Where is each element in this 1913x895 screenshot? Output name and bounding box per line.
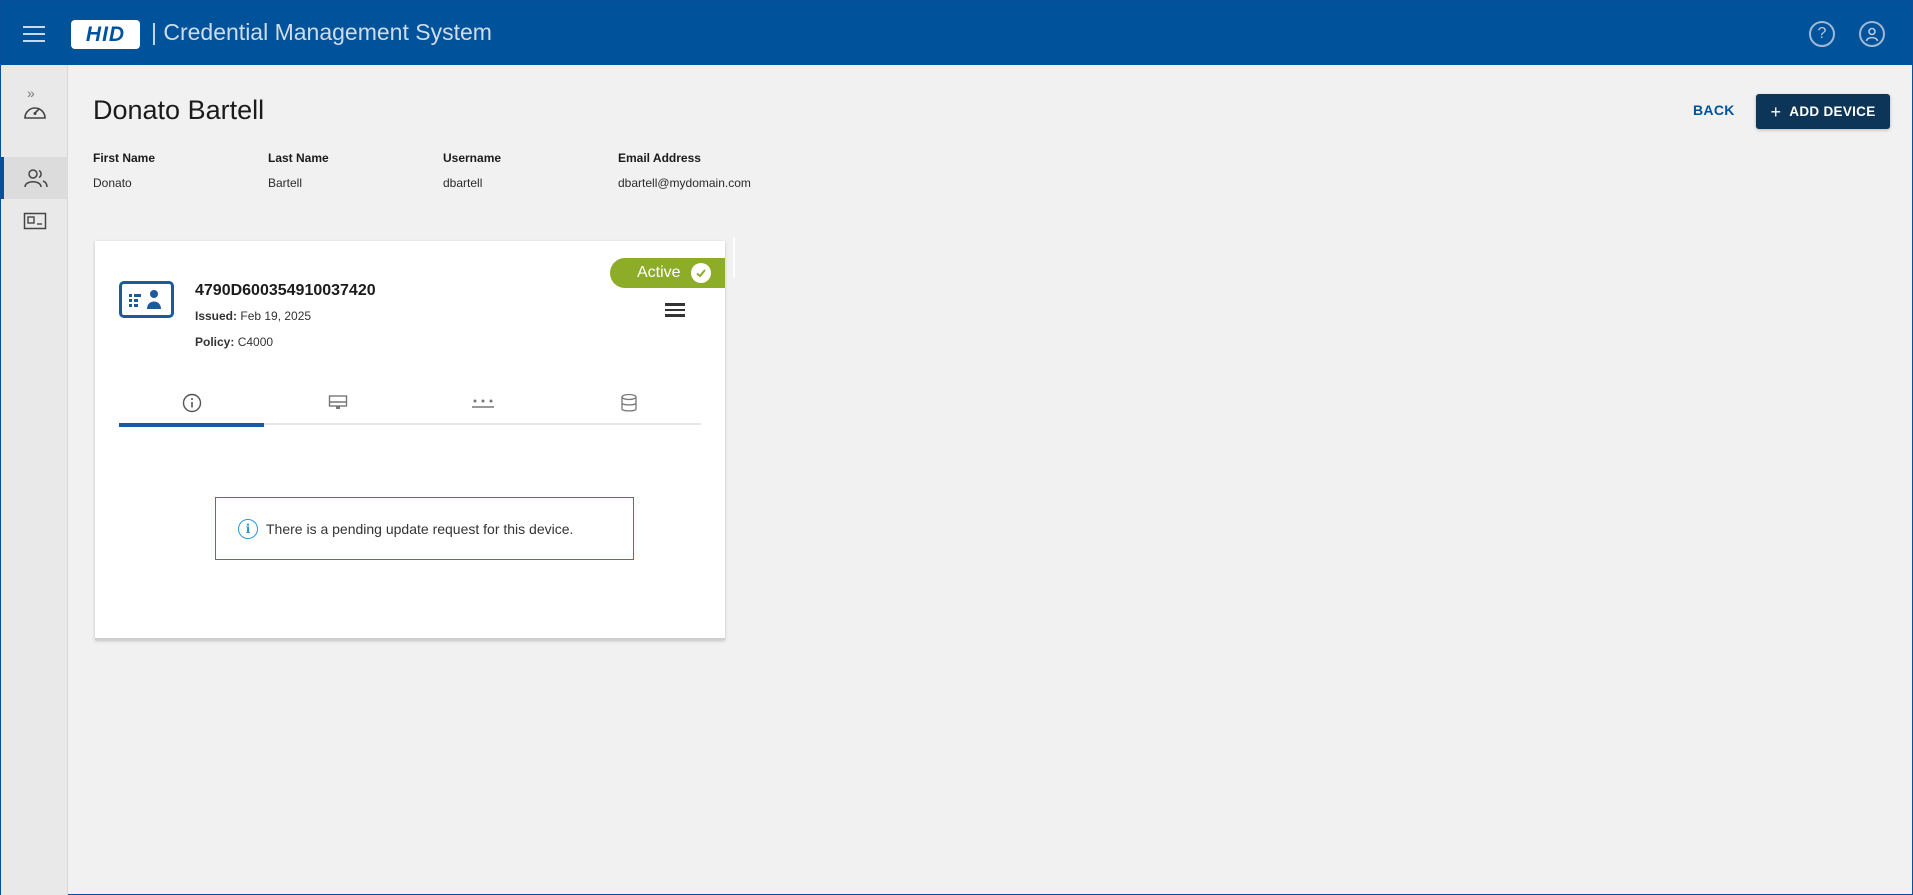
- field-label: Email Address: [618, 151, 701, 165]
- top-bar: HID | Credential Management System ?: [1, 1, 1912, 65]
- help-icon[interactable]: ?: [1809, 21, 1835, 47]
- tab-device[interactable]: [265, 381, 410, 425]
- policy-label: Policy:: [195, 335, 235, 349]
- hamburger-menu-icon[interactable]: [23, 26, 45, 42]
- tab-password[interactable]: [410, 381, 555, 425]
- field-value: Bartell: [268, 176, 303, 190]
- hid-logo: HID: [71, 20, 140, 49]
- sidebar-item-dashboard[interactable]: [1, 90, 68, 132]
- divider: [733, 237, 735, 277]
- plus-icon: +: [1770, 101, 1782, 122]
- device-id: 4790D600354910037420: [195, 282, 376, 299]
- desktop-icon: [328, 395, 347, 409]
- field-label: First Name: [93, 151, 156, 165]
- field-label: Username: [443, 151, 502, 165]
- logo-text: HID: [85, 22, 126, 46]
- device-tabs: [119, 381, 701, 427]
- tab-storage[interactable]: [556, 381, 701, 425]
- notice-text: There is a pending update request for th…: [266, 520, 574, 537]
- field-value: dbartell@mydomain.com: [618, 176, 751, 190]
- pending-update-notice: i There is a pending update request for …: [215, 497, 634, 560]
- add-device-button[interactable]: + ADD DEVICE: [1756, 94, 1890, 129]
- add-device-label: ADD DEVICE: [1789, 104, 1876, 119]
- back-button[interactable]: BACK: [1693, 102, 1735, 118]
- issued-label: Issued:: [195, 309, 238, 323]
- device-card: 4790D600354910037420 Issued: Feb 19, 202…: [95, 241, 725, 640]
- database-icon: [620, 393, 637, 412]
- sidebar: »: [1, 65, 68, 895]
- sidebar-item-users[interactable]: [1, 157, 68, 199]
- field-label: Last Name: [268, 151, 329, 165]
- field-value: Donato: [93, 176, 132, 190]
- app-title: | Credential Management System: [151, 19, 492, 45]
- password-dots-icon: [471, 399, 494, 408]
- username-field: Username dbartell: [443, 151, 501, 190]
- device-menu-icon[interactable]: [665, 303, 685, 317]
- policy-value: C4000: [237, 335, 274, 349]
- check-icon: [690, 263, 711, 283]
- field-value: dbartell: [443, 176, 483, 190]
- user-account-icon[interactable]: [1859, 21, 1885, 47]
- status-badge: Active: [610, 258, 725, 288]
- tab-info[interactable]: [119, 381, 264, 427]
- users-icon: [24, 169, 48, 188]
- card-icon: [23, 212, 46, 230]
- status-text: Active: [637, 264, 681, 281]
- page-title: Donato Bartell: [93, 95, 265, 125]
- issued-value: Feb 19, 2025: [240, 309, 312, 323]
- sidebar-item-cards[interactable]: [1, 200, 68, 242]
- email-field: Email Address dbartell@mydomain.com: [618, 151, 751, 190]
- info-icon: i: [238, 518, 258, 539]
- first-name-field: First Name Donato: [93, 151, 155, 190]
- issued-date: Issued: Feb 19, 2025: [195, 309, 311, 323]
- credential-card-icon: [119, 281, 174, 318]
- dashboard-icon: [23, 107, 46, 119]
- info-icon: [182, 393, 201, 413]
- last-name-field: Last Name Bartell: [268, 151, 329, 190]
- policy: Policy: C4000: [195, 335, 273, 349]
